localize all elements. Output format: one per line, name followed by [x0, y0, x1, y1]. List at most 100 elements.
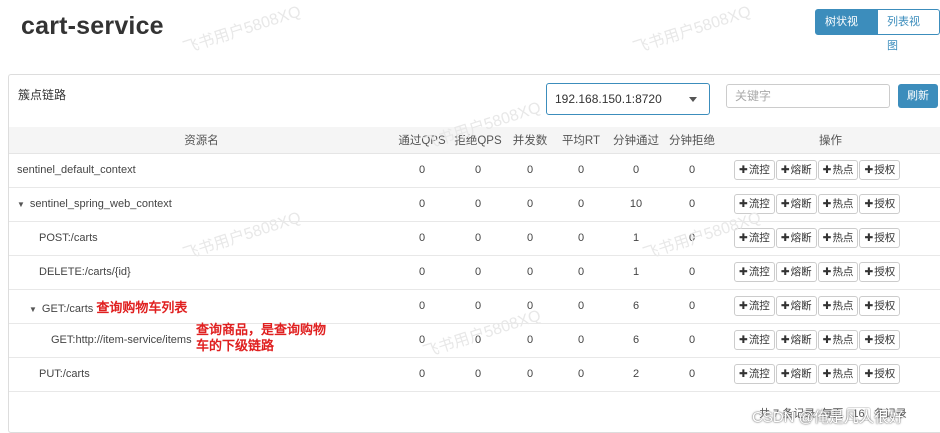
plus-icon: ✚ [864, 266, 874, 278]
hotspot-button[interactable]: ✚热点 [817, 194, 859, 214]
authority-button[interactable]: ✚授权 [859, 194, 901, 214]
plus-icon: ✚ [864, 232, 874, 244]
flow-control-button[interactable]: ✚流控 [734, 364, 775, 384]
metric-cell-threads: 0 [506, 255, 554, 290]
authority-button[interactable]: ✚授权 [859, 330, 901, 350]
annotation-items-line2: 车的下级链路 [196, 338, 275, 353]
collapse-caret-icon[interactable]: ▼ [29, 305, 37, 314]
plus-icon: ✚ [822, 368, 832, 380]
annotation-items-line1: 查询商品，是查询购物 [196, 322, 327, 337]
refresh-button[interactable]: 刷新 [898, 84, 938, 108]
plus-icon: ✚ [739, 300, 748, 312]
plus-icon: ✚ [780, 368, 790, 380]
authority-button[interactable]: ✚授权 [859, 262, 901, 282]
metric-cell-block-qps: 0 [450, 323, 506, 358]
plus-icon: ✚ [739, 368, 748, 380]
column-header-resource: 资源名 [9, 127, 394, 154]
op-label: 热点 [832, 232, 854, 244]
hotspot-button[interactable]: ✚热点 [817, 364, 859, 384]
machine-select-value: 192.168.150.1:8720 [555, 92, 662, 106]
flow-control-button[interactable]: ✚流控 [734, 296, 775, 316]
op-label: 授权 [874, 232, 896, 244]
plus-icon: ✚ [739, 232, 748, 244]
degrade-button[interactable]: ✚熔断 [775, 228, 817, 248]
collapse-caret-icon[interactable]: ▼ [17, 200, 25, 209]
resource-name-cell: DELETE:/carts/{id} [9, 255, 394, 290]
table-row: ▼ GET:/carts 查询购物车列表 0 0 0 0 6 0 ✚流控 ✚熔断 ✚热点 ✚授权 [9, 289, 940, 324]
list-view-button[interactable]: 列表视图 [878, 9, 940, 52]
op-label: 热点 [832, 300, 854, 312]
authority-button[interactable]: ✚授权 [859, 228, 901, 248]
degrade-button[interactable]: ✚熔断 [775, 296, 817, 316]
op-label: 熔断 [790, 368, 812, 380]
op-label: 流控 [748, 334, 770, 346]
plus-icon: ✚ [780, 334, 790, 346]
hotspot-button[interactable]: ✚热点 [817, 160, 859, 180]
flow-control-button[interactable]: ✚流控 [734, 228, 775, 248]
flow-control-button[interactable]: ✚流控 [734, 160, 775, 180]
metric-cell-min-block: 0 [664, 153, 720, 188]
plus-icon: ✚ [780, 232, 790, 244]
metric-cell-avg-rt: 0 [554, 153, 608, 188]
metric-cell-min-block: 0 [664, 255, 720, 290]
ops-cell: ✚流控 ✚熔断 ✚热点 ✚授权 [720, 289, 940, 324]
column-header-block-qps: 拒绝QPS [450, 127, 506, 154]
authority-button[interactable]: ✚授权 [859, 364, 901, 384]
op-label: 熔断 [790, 334, 812, 346]
metric-cell-avg-rt: 0 [554, 255, 608, 290]
metric-cell-avg-rt: 0 [554, 187, 608, 222]
plus-icon: ✚ [822, 334, 832, 346]
degrade-button[interactable]: ✚熔断 [775, 262, 817, 282]
metric-cell-min-pass: 10 [608, 187, 664, 222]
search-input[interactable] [726, 84, 890, 108]
page-header: cart-service 树状视图 列表视图 [0, 0, 940, 56]
degrade-button[interactable]: ✚熔断 [775, 364, 817, 384]
table-row: DELETE:/carts/{id} 0 0 0 0 1 0 ✚流控 ✚熔断 ✚热点 ✚授权 [9, 255, 940, 290]
tree-view-button[interactable]: 树状视图 [815, 9, 878, 52]
op-label: 熔断 [790, 164, 812, 176]
authority-button[interactable]: ✚授权 [859, 160, 901, 180]
plus-icon: ✚ [864, 334, 874, 346]
op-label: 热点 [832, 198, 854, 210]
degrade-button[interactable]: ✚熔断 [775, 330, 817, 350]
metric-cell-min-pass: 1 [608, 221, 664, 256]
hotspot-button[interactable]: ✚热点 [817, 262, 859, 282]
flow-control-button[interactable]: ✚流控 [734, 262, 775, 282]
metric-cell-pass-qps: 0 [394, 187, 450, 222]
degrade-button[interactable]: ✚熔断 [775, 194, 817, 214]
plus-icon: ✚ [739, 198, 748, 210]
plus-icon: ✚ [739, 164, 748, 176]
plus-icon: ✚ [822, 300, 832, 312]
degrade-button[interactable]: ✚熔断 [775, 160, 817, 180]
hotspot-button[interactable]: ✚热点 [817, 296, 859, 316]
flow-control-button[interactable]: ✚流控 [734, 330, 775, 350]
column-header-avg-rt: 平均RT [554, 127, 608, 154]
table-row: PUT:/carts 0 0 0 0 2 0 ✚流控 ✚熔断 ✚热点 ✚授权 [9, 357, 940, 392]
resource-name-cell: PUT:/carts [9, 357, 394, 392]
page-title: cart-service [21, 12, 164, 40]
annotation-items: 查询商品，是查询购物 车的下级链路 [196, 322, 326, 354]
plus-icon: ✚ [822, 198, 832, 210]
metric-cell-min-block: 0 [664, 187, 720, 222]
op-label: 流控 [748, 300, 770, 312]
metric-cell-block-qps: 0 [450, 357, 506, 392]
resource-name: GET:/carts [41, 302, 94, 315]
resource-panel: 簇点链路 192.168.150.1:8720 刷新 资源名 通过QPS 拒绝Q… [8, 74, 940, 433]
op-label: 授权 [874, 300, 896, 312]
metric-cell-block-qps: 0 [450, 221, 506, 256]
hotspot-button[interactable]: ✚热点 [817, 228, 859, 248]
metric-cell-pass-qps: 0 [394, 289, 450, 324]
plus-icon: ✚ [864, 368, 874, 380]
resource-name: PUT:/carts [39, 368, 90, 380]
plus-icon: ✚ [864, 198, 874, 210]
metric-cell-threads: 0 [506, 323, 554, 358]
op-label: 热点 [832, 334, 854, 346]
hotspot-button[interactable]: ✚热点 [817, 330, 859, 350]
machine-select[interactable]: 192.168.150.1:8720 [546, 83, 710, 115]
op-label: 熔断 [790, 266, 812, 278]
op-label: 授权 [874, 198, 896, 210]
metric-cell-min-pass: 2 [608, 357, 664, 392]
authority-button[interactable]: ✚授权 [859, 296, 901, 316]
flow-control-button[interactable]: ✚流控 [734, 194, 775, 214]
plus-icon: ✚ [780, 164, 790, 176]
